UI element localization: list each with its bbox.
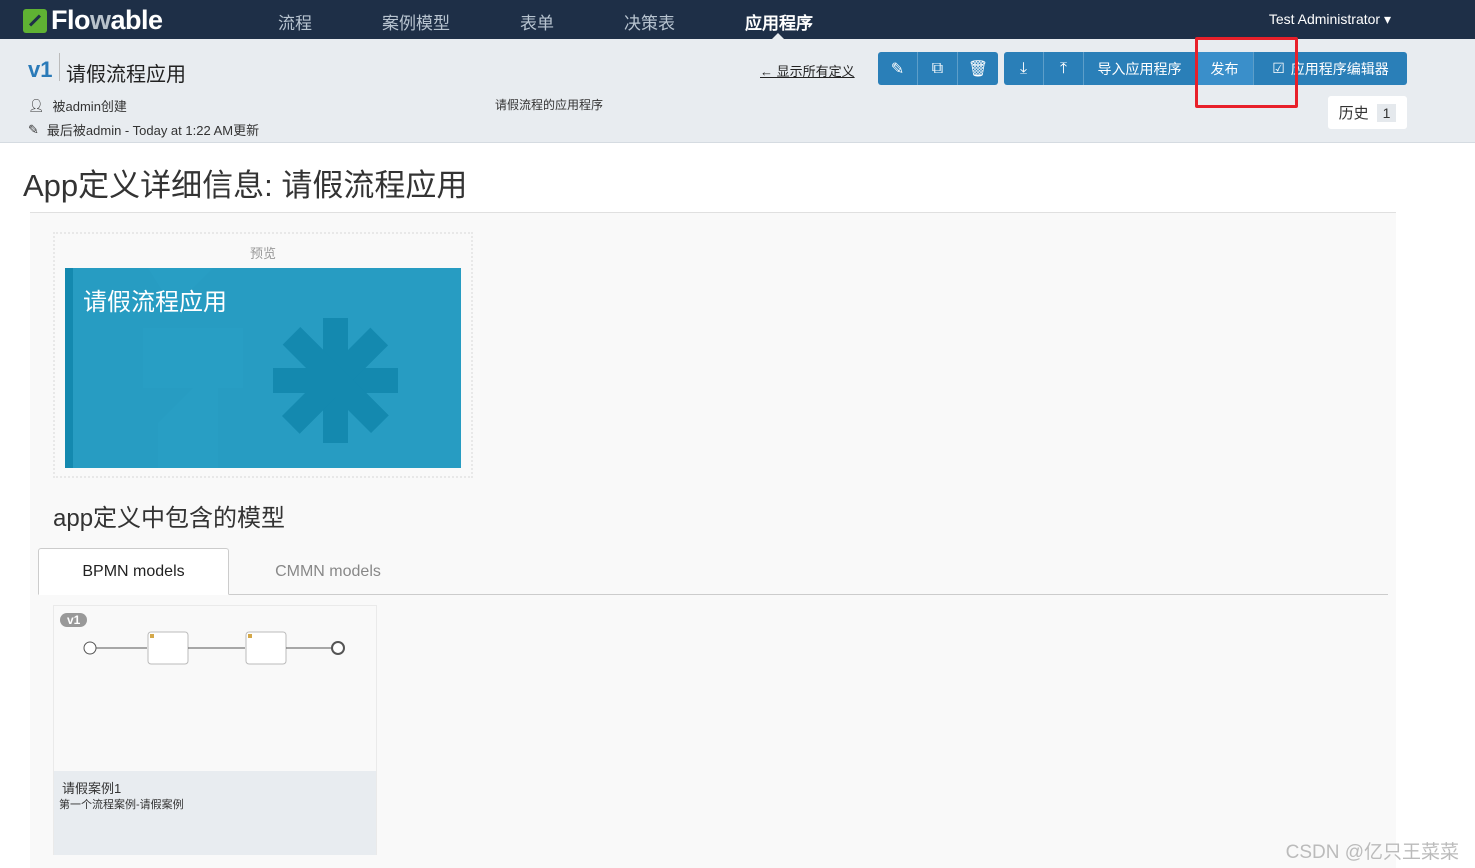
page-title: App定义详细信息: 请假流程应用 [23, 168, 468, 203]
nav-apps[interactable]: 应用程序 [745, 9, 813, 34]
app-tile-title: 请假流程应用 [83, 289, 227, 316]
export-bar-button[interactable]: ⤒ [1044, 52, 1084, 85]
models-heading: app定义中包含的模型 [53, 505, 286, 532]
nav-processes[interactable]: 流程 [278, 9, 312, 34]
divider [59, 53, 60, 81]
last-updated: ✎ 最后被admin - Today at 1:22 AM更新 [28, 121, 260, 139]
import-app-button[interactable]: 导入应用程序 [1084, 52, 1196, 85]
app-description: 请假流程的应用程序 [495, 98, 604, 112]
created-by: 👤︎ 被admin创建 [28, 97, 127, 115]
watermark: CSDN @亿只王菜菜 [1285, 842, 1459, 863]
model-card-footer: 请假案例1 第一个流程案例-请假案例 [54, 771, 376, 855]
top-navbar: Flowable 流程 案例模型 表单 决策表 应用程序 Test Admini… [0, 0, 1475, 39]
copy-button[interactable]: ⧉ [918, 52, 958, 85]
nav-case-models[interactable]: 案例模型 [382, 9, 450, 34]
model-name: 请假案例1 [62, 781, 122, 796]
user-icon: 👤︎ [28, 97, 45, 113]
show-all-definitions-link[interactable]: ← 显示所有定义 [760, 61, 855, 80]
nav-forms[interactable]: 表单 [520, 9, 554, 34]
trash-icon: 🗑︎ [967, 60, 989, 78]
model-card[interactable]: v1 请假案例1 第一个流程案例-请假案例 [53, 605, 377, 855]
action-group-1: ✎ ⧉ 🗑︎ [878, 52, 998, 85]
app-preview: 预览 请假流程应用 [53, 232, 473, 478]
nav-decision-tables[interactable]: 决策表 [624, 9, 675, 34]
edit-icon: ✎ [890, 60, 905, 78]
app-tile: 请假流程应用 [65, 268, 461, 468]
tab-cmmn-models[interactable]: CMMN models [229, 548, 427, 595]
export-button[interactable]: ⤓ [1004, 52, 1044, 85]
upload-icon: ⤒ [1059, 59, 1068, 77]
delete-button[interactable]: 🗑︎ [958, 52, 998, 85]
history-count: 1 [1376, 103, 1397, 122]
highlight-annotation [1195, 37, 1298, 108]
logo-icon [23, 8, 47, 33]
chevron-down-icon: ▾ [1383, 11, 1391, 27]
details-panel: 预览 请假流程应用 app定义中包含的模型 BPMN models CMMN m… [30, 212, 1396, 868]
preview-label: 预览 [249, 246, 276, 261]
history-button[interactable]: 历史 1 [1328, 96, 1407, 129]
copy-icon: ⧉ [931, 59, 944, 77]
flowable-logo[interactable]: Flowable [23, 5, 163, 36]
app-title: 请假流程应用 [66, 64, 186, 86]
version-label: v1 [28, 57, 53, 82]
tab-bpmn-models[interactable]: BPMN models [38, 548, 229, 595]
pencil-icon: ✎ [28, 121, 39, 137]
bpmn-thumbnail [83, 631, 345, 665]
model-description: 第一个流程案例-请假案例 [59, 799, 184, 811]
edit-button[interactable]: ✎ [878, 52, 918, 85]
model-tabs: BPMN models CMMN models [38, 548, 1388, 595]
user-menu[interactable]: Test Administrator ▾ [1269, 11, 1391, 28]
download-icon: ⤓ [1019, 59, 1028, 77]
